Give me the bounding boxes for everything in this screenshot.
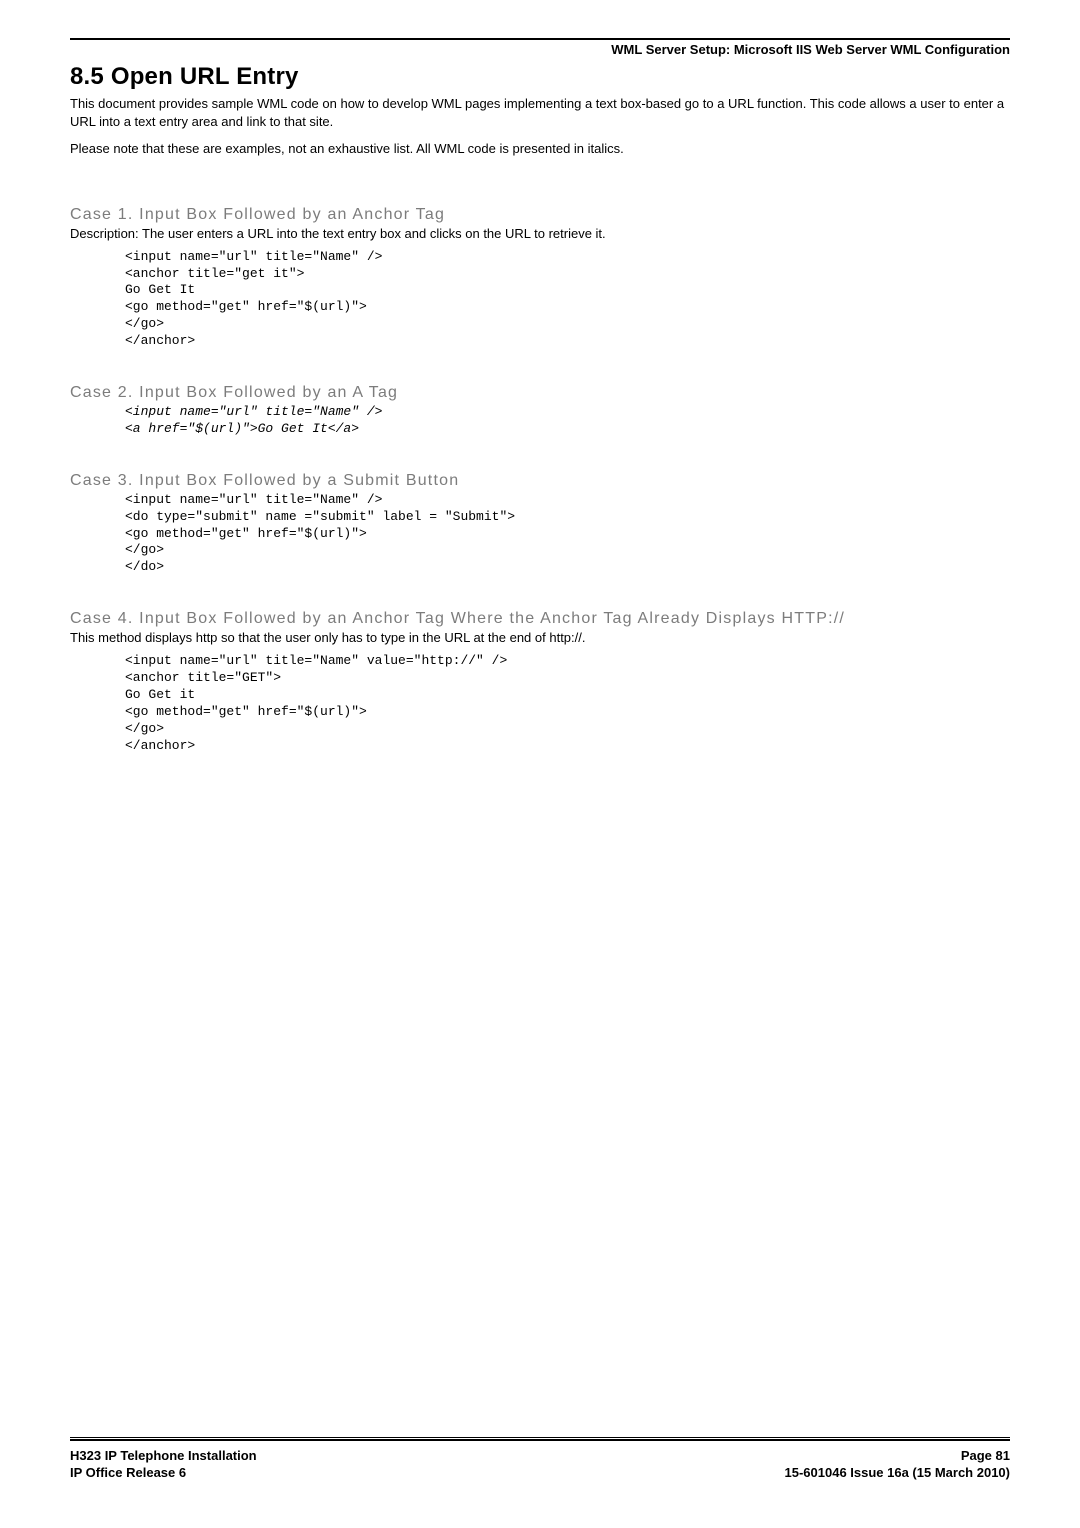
footer-rule-thin <box>70 1437 1010 1438</box>
page: WML Server Setup: Microsoft IIS Web Serv… <box>0 0 1080 1528</box>
case4-description: This method displays http so that the us… <box>70 630 1010 645</box>
case1-description: Description: The user enters a URL into … <box>70 226 1010 241</box>
case4-code: <input name="url" title="Name" value="ht… <box>125 653 1010 754</box>
case1-heading: Case 1. Input Box Followed by an Anchor … <box>70 206 1010 224</box>
footer-left-2: IP Office Release 6 <box>70 1464 186 1482</box>
intro-paragraph-1: This document provides sample WML code o… <box>70 95 1010 130</box>
footer-left-1: H323 IP Telephone Installation <box>70 1447 257 1465</box>
case2-code: <input name="url" title="Name" /> <a hre… <box>125 404 1010 438</box>
footer-right-1: Page 81 <box>961 1447 1010 1465</box>
page-footer: H323 IP Telephone Installation Page 81 I… <box>70 1437 1010 1482</box>
footer-row-2: IP Office Release 6 15-601046 Issue 16a … <box>70 1464 1010 1482</box>
case2-heading: Case 2. Input Box Followed by an A Tag <box>70 384 1010 402</box>
section-title: 8.5 Open URL Entry <box>70 63 1010 91</box>
header-rule-thick <box>70 38 1010 40</box>
case3-heading: Case 3. Input Box Followed by a Submit B… <box>70 472 1010 490</box>
footer-right-2: 15-601046 Issue 16a (15 March 2010) <box>785 1464 1011 1482</box>
case4-heading: Case 4. Input Box Followed by an Anchor … <box>70 610 1010 628</box>
case3-code: <input name="url" title="Name" /> <do ty… <box>125 492 1010 576</box>
intro-paragraph-2: Please note that these are examples, not… <box>70 140 1010 158</box>
footer-rule-thick <box>70 1439 1010 1441</box>
running-header: WML Server Setup: Microsoft IIS Web Serv… <box>70 42 1010 57</box>
case1-code: <input name="url" title="Name" /> <ancho… <box>125 249 1010 350</box>
footer-row-1: H323 IP Telephone Installation Page 81 <box>70 1447 1010 1465</box>
